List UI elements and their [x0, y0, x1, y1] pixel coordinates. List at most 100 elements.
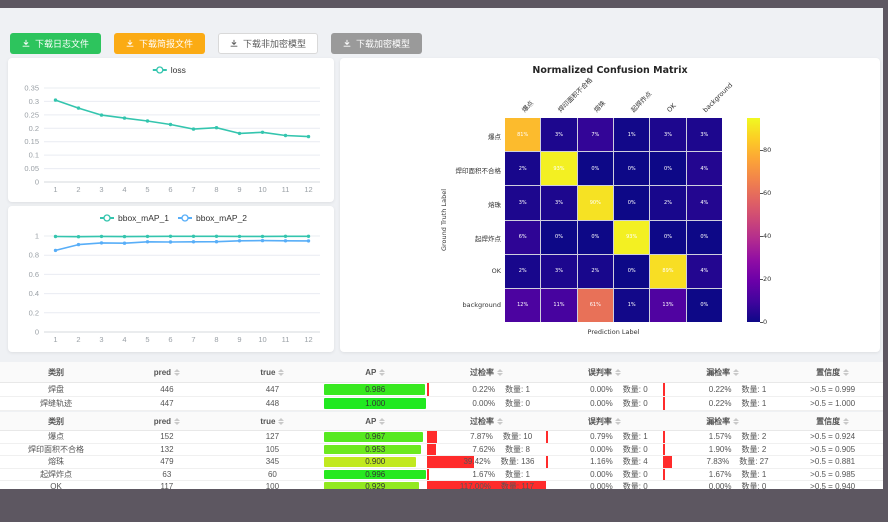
misjudge-rate-percent: 0.00%: [561, 385, 613, 394]
cm-cell-1-0: 2%: [505, 152, 540, 185]
sort-icon: [843, 369, 849, 376]
map-chart: 00.20.40.60.81123456789101112bbox_mAP_1b…: [8, 206, 334, 352]
miss-rate-percent: 7.83%: [677, 457, 729, 466]
column-header-pred[interactable]: pred: [112, 368, 221, 377]
download-log-button[interactable]: 下载日志文件: [10, 33, 101, 54]
misjudge-rate-percent: 0.79%: [561, 432, 613, 441]
column-header-misjudge-rate[interactable]: 误判率: [546, 416, 663, 427]
svg-text:11: 11: [282, 335, 290, 344]
table-row: 焊印面积不合格1321050.9537.62%数量: 80.00%数量: 01.…: [0, 444, 883, 457]
over-rate-quantity: 数量: 10: [503, 431, 532, 442]
cell-class: 焊缝轨迹: [0, 397, 112, 410]
confusion-matrix-xlabel: Prediction Label: [505, 328, 722, 336]
sort-icon: [174, 418, 180, 425]
data-point: [215, 240, 218, 243]
legend-item-bbox_mAP_2[interactable]: bbox_mAP_2: [178, 213, 247, 223]
colorbar-tick-label: 0: [763, 318, 767, 326]
misjudge-rate-quantity: 数量: 4: [623, 456, 648, 467]
download-unencrypted-model-button[interactable]: 下载非加密模型: [218, 33, 318, 54]
column-header-misjudge-rate[interactable]: 误判率: [546, 367, 663, 378]
metrics-table-weldpad: 类别predtrueAP过检率误判率漏检率置信度焊盘4464470.9860.2…: [0, 362, 883, 411]
table-header-row: 类别predtrueAP过检率误判率漏检率置信度: [0, 412, 883, 431]
data-point: [54, 235, 57, 238]
column-header-over-rate[interactable]: 过检率: [427, 416, 545, 427]
cm-cell-0-5: 3%: [687, 118, 722, 151]
sort-icon: [733, 418, 739, 425]
sort-icon: [278, 369, 284, 376]
column-header-pred[interactable]: pred: [112, 417, 221, 426]
cm-cell-5-4: 13%: [650, 289, 685, 322]
cell-miss-rate: 1.90%数量: 2: [663, 444, 782, 456]
miss-rate-bar: [663, 383, 665, 396]
cell-ap: 0.986: [323, 383, 427, 396]
cell-ap: 1.000: [323, 397, 427, 410]
column-header-confidence[interactable]: 置信度: [782, 367, 883, 378]
cell-true: 345: [222, 456, 324, 468]
cell-miss-rate: 0.22%数量: 1: [663, 383, 782, 396]
cell-over-rate: 39.42%数量: 136: [427, 456, 545, 468]
column-header-ap[interactable]: AP: [323, 417, 427, 426]
column-header-label: true: [260, 368, 275, 377]
svg-text:0.3: 0.3: [29, 97, 39, 106]
cell-over-rate: 7.87%数量: 10: [427, 431, 545, 443]
sort-icon: [843, 418, 849, 425]
svg-text:7: 7: [191, 335, 195, 344]
metrics-table-defects: 类别predtrueAP过检率误判率漏检率置信度爆点1521270.9677.8…: [0, 412, 883, 494]
column-header-true[interactable]: true: [222, 417, 324, 426]
button-label: 下载日志文件: [35, 37, 89, 50]
column-header-label: pred: [154, 368, 171, 377]
data-point: [307, 239, 310, 242]
cm-cell-4-4: 89%: [650, 255, 685, 288]
misjudge-rate-bar: [546, 431, 548, 443]
cell-misjudge-rate: 0.00%数量: 0: [546, 469, 663, 481]
column-header-over-rate[interactable]: 过检率: [427, 367, 545, 378]
column-header-true[interactable]: true: [222, 368, 324, 377]
download-encrypted-model-button[interactable]: 下载加密模型: [331, 33, 422, 54]
column-header-miss-rate[interactable]: 漏检率: [663, 367, 782, 378]
miss-rate-bar: [663, 431, 665, 443]
cm-cell-4-1: 3%: [541, 255, 576, 288]
loss-chart: 00.050.10.150.20.250.30.3512345678910111…: [8, 58, 334, 202]
data-point: [77, 106, 80, 109]
cm-cell-5-0: 12%: [505, 289, 540, 322]
data-point: [284, 134, 287, 137]
cm-col-label: background: [701, 81, 734, 114]
column-header-ap[interactable]: AP: [323, 368, 427, 377]
misjudge-rate-quantity: 数量: 0: [623, 444, 648, 455]
cm-row-label: 焊印面积不合格: [340, 165, 501, 175]
legend-item-bbox_mAP_1[interactable]: bbox_mAP_1: [100, 213, 169, 223]
data-point: [123, 242, 126, 245]
legend-item-loss[interactable]: loss: [153, 65, 186, 75]
column-header-confidence[interactable]: 置信度: [782, 416, 883, 427]
table-row: 爆点1521270.9677.87%数量: 100.79%数量: 11.57%数…: [0, 431, 883, 444]
data-point: [169, 240, 172, 243]
miss-rate-bar: [663, 456, 672, 468]
cell-misjudge-rate: 0.00%数量: 0: [546, 383, 663, 396]
svg-text:1: 1: [53, 335, 57, 344]
cm-cell-3-5: 0%: [687, 221, 722, 254]
cell-ap: 0.996: [323, 469, 427, 481]
cell-class: 焊印面积不合格: [0, 444, 112, 456]
svg-text:0: 0: [35, 178, 39, 187]
download-report-button[interactable]: 下载简报文件: [114, 33, 205, 54]
column-header-label: 漏检率: [706, 367, 730, 378]
table-row: 熔珠4793450.90039.42%数量: 1361.16%数量: 47.83…: [0, 456, 883, 469]
over-rate-quantity: 数量: 136: [501, 456, 535, 467]
cm-cell-1-5: 4%: [687, 152, 722, 185]
cell-pred: 446: [112, 383, 221, 396]
column-header-label: 置信度: [816, 367, 840, 378]
colorbar-tick-label: 20: [763, 275, 771, 283]
svg-text:7: 7: [191, 185, 195, 194]
cell-true: 60: [222, 469, 324, 481]
cell-class: 熔珠: [0, 456, 112, 468]
column-header-miss-rate[interactable]: 漏检率: [663, 416, 782, 427]
over-rate-quantity: 数量: 1: [505, 384, 530, 395]
svg-text:0.6: 0.6: [29, 270, 39, 279]
cm-cell-5-1: 11%: [541, 289, 576, 322]
cm-cell-0-0: 81%: [505, 118, 540, 151]
svg-text:loss: loss: [171, 65, 186, 75]
cell-over-rate: 0.22%数量: 1: [427, 383, 545, 396]
data-point: [54, 249, 57, 252]
cell-true: 105: [222, 444, 324, 456]
cm-row-label: 爆点: [340, 131, 501, 141]
